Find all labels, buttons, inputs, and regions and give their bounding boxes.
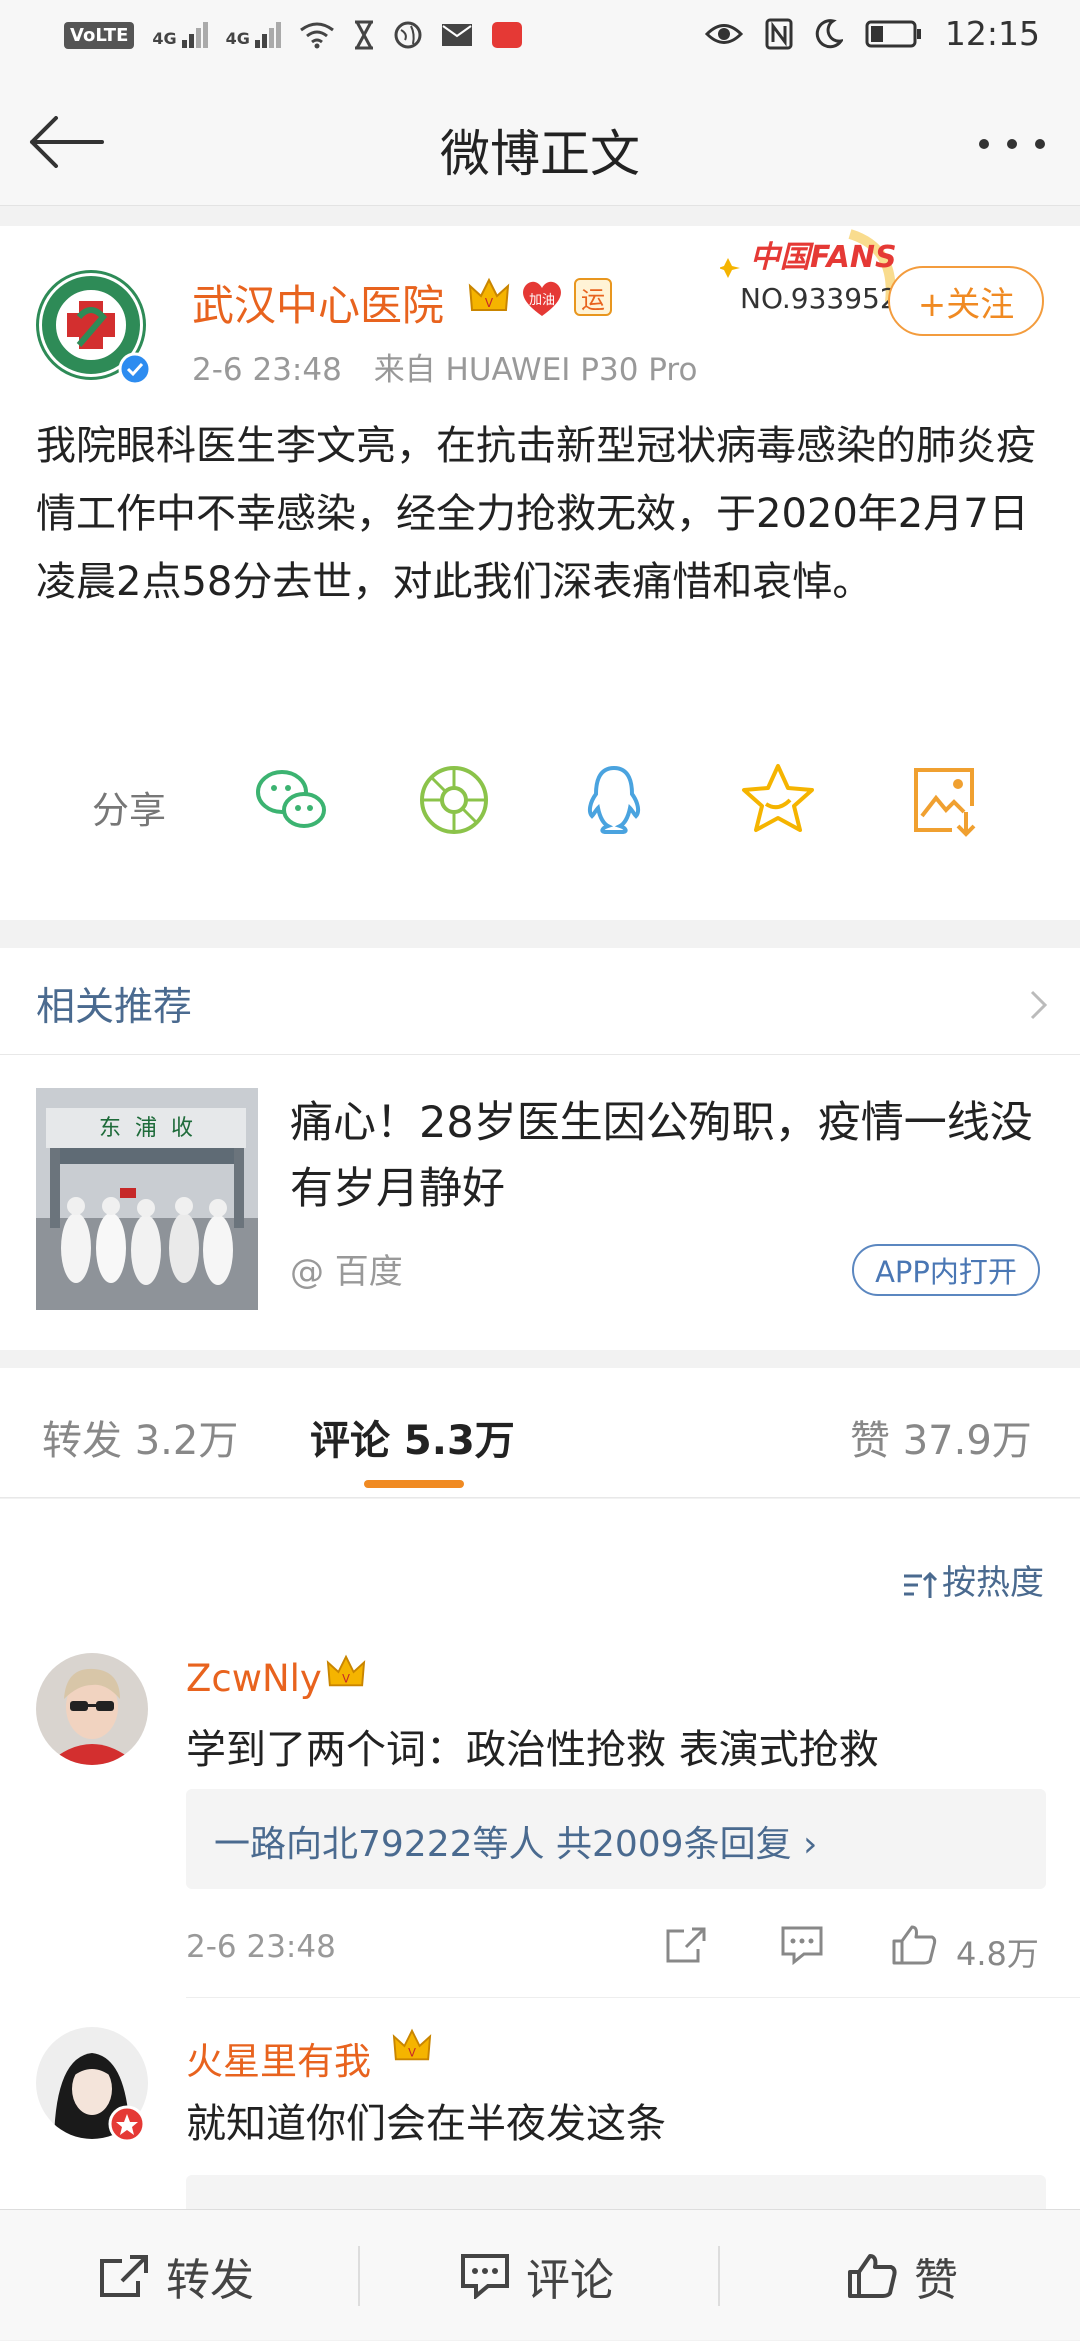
wechat-icon[interactable] [252, 760, 332, 840]
post-card: 武汉中心医院 V 加油 运 2-6 23:48 来自 HUAWEI P30 Pr… [0, 226, 1080, 920]
repost-label: 转发 [166, 2254, 254, 2306]
status-left: VoLTE 4G 4G [64, 20, 523, 50]
moon-icon [815, 18, 843, 49]
related-source: @ 百度 [290, 1252, 403, 1292]
related-section: 相关推荐 东 浦 收 痛心！28岁医生因公殉职，疫情一线没有岁月静好 @ 百度 [0, 948, 1080, 1350]
open-in-app-button[interactable]: APP内打开 [852, 1244, 1040, 1296]
comment-avatar[interactable] [36, 1653, 148, 1765]
sort-button[interactable]: 按热度 [902, 1555, 1044, 1604]
comment-repost-icon[interactable] [664, 1925, 708, 1965]
comment-like-icon[interactable] [890, 1923, 940, 1967]
crown-badge-icon: V [468, 276, 510, 316]
battery-icon [865, 20, 923, 48]
moments-icon[interactable] [414, 760, 494, 840]
more-icon[interactable] [976, 136, 1048, 152]
page-title: 微博正文 [440, 125, 640, 183]
hourglass-icon [353, 20, 375, 50]
divider [0, 1054, 1080, 1055]
crown-badge-icon: V [392, 2027, 432, 2065]
comment-icon [460, 2253, 510, 2299]
repost-button[interactable]: 转发 [98, 2210, 254, 2341]
mail-icon [441, 23, 473, 47]
follow-button[interactable]: +关注 [888, 266, 1044, 336]
chevron-right-icon[interactable] [1030, 990, 1048, 1020]
comment-divider [186, 1997, 1080, 1998]
sort-label: 按热度 [942, 1563, 1044, 1603]
related-thumbnail[interactable]: 东 浦 收 [36, 1088, 258, 1310]
status-right: 12:15 [704, 14, 1040, 53]
comment-replies-partial[interactable] [186, 2175, 1046, 2209]
svg-text:V: V [408, 2045, 416, 2059]
comment-reply-icon[interactable] [780, 1925, 824, 1965]
comment-like-count: 4.8万 [956, 1935, 1039, 1973]
divider [718, 2246, 720, 2306]
author-name[interactable]: 武汉中心医院 [192, 272, 444, 333]
nfc-icon [765, 18, 793, 50]
tab-like[interactable]: 赞 37.9万 [850, 1408, 1032, 1466]
comment-button[interactable]: 评论 [460, 2210, 614, 2341]
post-text: 我院眼科医生李文亮，在抗击新型冠状病毒感染的肺炎疫情工作中不幸感染，经全力抢救无… [36, 423, 1036, 605]
interaction-tabs: 转发 3.2万 评论 5.3万 赞 37.9万 [0, 1368, 1080, 1498]
post-meta: 2-6 23:48 来自 HUAWEI P30 Pro [192, 344, 697, 389]
app-notification-icon [491, 21, 523, 49]
eye-icon [704, 21, 743, 47]
post-source: 来自 HUAWEI P30 Pro [373, 352, 698, 388]
thumbnail-sign-text: 东 浦 收 [99, 1116, 193, 1141]
wifi-icon [299, 21, 335, 49]
fans-number-badge: 中国FANS NO.933952 [720, 228, 900, 338]
crown-badge-icon: V [326, 1653, 366, 1691]
sort-icon [902, 1570, 938, 1600]
active-tab-indicator [364, 1480, 464, 1488]
comments-section: 按热度 ZcwNly V 学到了两个词：政治性抢救 表演式抢救 一路向北7922… [0, 1499, 1080, 2209]
status-time: 12:15 [944, 14, 1040, 53]
volte-badge: VoLTE [64, 21, 135, 49]
comment-text: 学到了两个词：政治性抢救 表演式抢救 [186, 1727, 879, 1773]
like-button[interactable]: 赞 [846, 2210, 958, 2341]
globe-icon [393, 20, 423, 50]
qq-icon[interactable] [574, 760, 654, 840]
tab-comment[interactable]: 评论 5.3万 [310, 1408, 515, 1466]
nav-bar: 微博正文 [0, 76, 1080, 206]
comment-author[interactable]: ZcwNly [186, 1657, 322, 1700]
comment-replies-link[interactable]: 一路向北79222等人 共2009条回复 › [186, 1789, 1046, 1889]
share-label: 分享 [92, 789, 166, 832]
comment-text: 就知道你们会在半夜发这条 [186, 2101, 666, 2147]
save-image-icon[interactable] [904, 760, 984, 840]
thumbs-up-icon [846, 2252, 898, 2300]
bottom-action-bar: 转发 评论 赞 [0, 2209, 1080, 2340]
related-title[interactable]: 痛心！28岁医生因公殉职，疫情一线没有岁月静好 [290, 1090, 1050, 1222]
post-time: 2-6 23:48 [192, 352, 342, 388]
verified-icon [118, 352, 152, 386]
favorite-star-icon[interactable] [738, 760, 818, 840]
yun-badge: 运 [574, 278, 612, 316]
comment-time: 2-6 23:48 [186, 1929, 336, 1965]
status-bar: VoLTE 4G 4G 12:15 [0, 0, 1080, 76]
signal-icon: 4G [152, 22, 208, 48]
divider [358, 2246, 360, 2306]
share-row: 分享 [0, 756, 1080, 856]
svg-text:V: V [342, 1671, 350, 1685]
signal-icon-2: 4G [226, 22, 281, 48]
related-header[interactable]: 相关推荐 [36, 976, 192, 1032]
like-label: 赞 [914, 2254, 958, 2306]
svg-text:V: V [485, 296, 494, 310]
tab-repost[interactable]: 转发 3.2万 [42, 1408, 238, 1466]
heart-badge-icon: 加油 [518, 278, 566, 318]
vip-badge-icon [108, 2105, 146, 2143]
comment-author[interactable]: 火星里有我 [186, 2031, 371, 2085]
repost-icon [98, 2253, 150, 2299]
comment-label: 评论 [526, 2254, 614, 2306]
